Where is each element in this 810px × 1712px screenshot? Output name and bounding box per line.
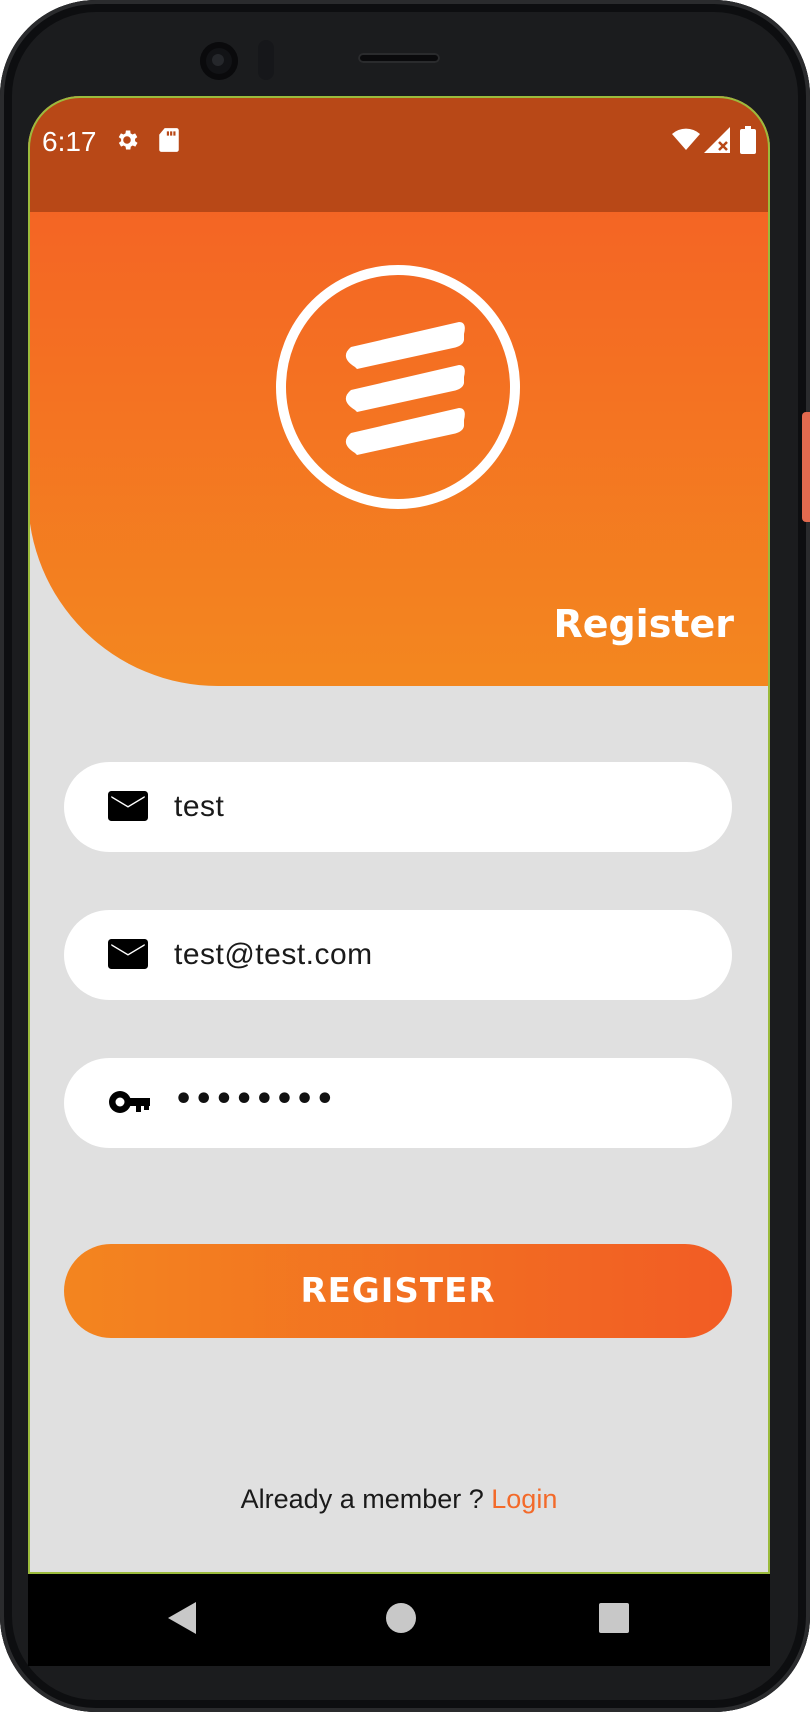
status-bar: 6:17 bbox=[28, 96, 770, 212]
register-button[interactable]: REGISTER bbox=[64, 1244, 732, 1338]
power-button bbox=[802, 412, 810, 522]
signal-icon bbox=[704, 127, 730, 157]
login-link[interactable]: Login bbox=[491, 1484, 557, 1514]
sd-card-icon bbox=[158, 127, 180, 157]
home-icon[interactable] bbox=[385, 1602, 417, 1638]
mail-icon bbox=[108, 789, 148, 827]
app-screen: 6:17 Register test test@test.com •••••••… bbox=[28, 96, 770, 1574]
email-field[interactable]: test@test.com bbox=[64, 910, 732, 1000]
password-field[interactable]: •••••••• bbox=[64, 1058, 732, 1148]
proximity-sensor bbox=[258, 40, 274, 80]
back-icon[interactable] bbox=[168, 1602, 198, 1638]
earpiece-speaker bbox=[358, 53, 440, 63]
username-field[interactable]: test bbox=[64, 762, 732, 852]
recents-icon[interactable] bbox=[599, 1603, 629, 1637]
brand-logo bbox=[273, 262, 523, 516]
battery-icon bbox=[740, 126, 756, 158]
key-icon bbox=[108, 1088, 150, 1120]
page-title: Register bbox=[553, 602, 734, 646]
login-prompt-text: Already a member ? bbox=[240, 1484, 492, 1514]
phone-frame: 6:17 Register test test@test.com •••••••… bbox=[0, 0, 810, 1712]
front-camera bbox=[200, 42, 238, 80]
username-value[interactable]: test bbox=[174, 790, 224, 824]
gear-icon bbox=[114, 127, 140, 157]
navigation-bar bbox=[28, 1574, 770, 1666]
header-banner: Register bbox=[28, 212, 770, 686]
password-value[interactable]: •••••••• bbox=[174, 1082, 335, 1117]
status-time: 6:17 bbox=[42, 126, 97, 157]
email-value[interactable]: test@test.com bbox=[174, 938, 373, 972]
wifi-icon bbox=[672, 128, 700, 156]
mail-icon bbox=[108, 937, 148, 975]
login-prompt-line: Already a member ? Login bbox=[28, 1484, 770, 1515]
